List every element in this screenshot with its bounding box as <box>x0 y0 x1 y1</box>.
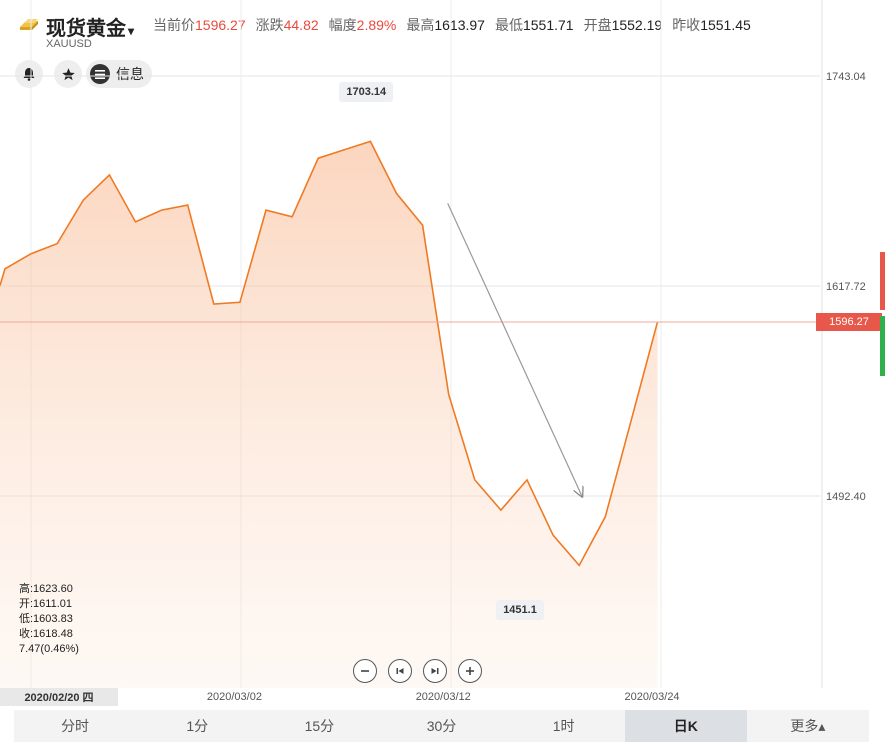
ohlc-low: 低:1603.83 <box>19 613 73 625</box>
tab-period[interactable]: 更多▴ <box>747 710 869 742</box>
tab-period[interactable]: 30分 <box>380 710 502 742</box>
tab-period[interactable]: 日K <box>624 710 747 742</box>
tab-period[interactable]: 1分 <box>136 710 258 742</box>
step-back-button[interactable] <box>388 659 412 683</box>
ohlc-panel: 高:1623.60 开:1611.01 低:1603.83 收:1618.48 … <box>19 582 79 657</box>
x-tick-label: 2020/03/24 <box>624 691 680 703</box>
zoom-in-button[interactable] <box>458 659 482 683</box>
x-axis: 2020/02/20 四 2020/03/02 2020/03/12 2020/03/… <box>0 688 885 708</box>
zoom-out-button[interactable] <box>353 659 377 683</box>
y-tick-label: 1617.72 <box>826 281 866 293</box>
ohlc-open: 开:1611.01 <box>19 598 73 610</box>
max-price-tooltip: 1703.14 <box>339 81 394 102</box>
x-tick-label: 2020/03/12 <box>415 691 471 703</box>
step-forward-button[interactable] <box>423 659 447 683</box>
min-price-tooltip: 1451.1 <box>496 600 544 621</box>
buy-side-marker[interactable] <box>880 316 885 376</box>
plus-icon <box>466 667 474 675</box>
x-tick-label: 2020/02/20 四 <box>0 688 118 706</box>
tab-period[interactable]: 分时 <box>14 710 136 742</box>
ohlc-change: 7.47(0.46%) <box>19 643 79 655</box>
ohlc-high: 高:1623.60 <box>19 583 73 595</box>
tab-period[interactable]: 1时 <box>503 710 625 742</box>
current-price-tag: 1596.27 <box>816 313 882 331</box>
y-tick-label: 1492.40 <box>826 491 866 503</box>
price-area-fill <box>0 141 658 688</box>
period-tabs: 分时 1分 15分 30分 1时 日K 更多▴ <box>14 710 869 742</box>
ohlc-close: 收:1618.48 <box>19 628 73 640</box>
trend-arrow <box>447 203 583 496</box>
y-tick-label: 1743.04 <box>826 71 866 83</box>
sell-side-marker[interactable] <box>880 252 885 310</box>
minus-icon <box>361 670 369 672</box>
x-tick-label: 2020/03/02 <box>206 691 262 703</box>
skip-forward-icon <box>431 668 439 674</box>
tab-period[interactable]: 15分 <box>258 710 380 742</box>
y-axis: 1743.04 1617.72 1492.40 <box>826 71 866 503</box>
skip-back-icon <box>396 668 404 674</box>
price-chart[interactable]: 1743.04 1617.72 1492.40 <box>0 0 885 688</box>
